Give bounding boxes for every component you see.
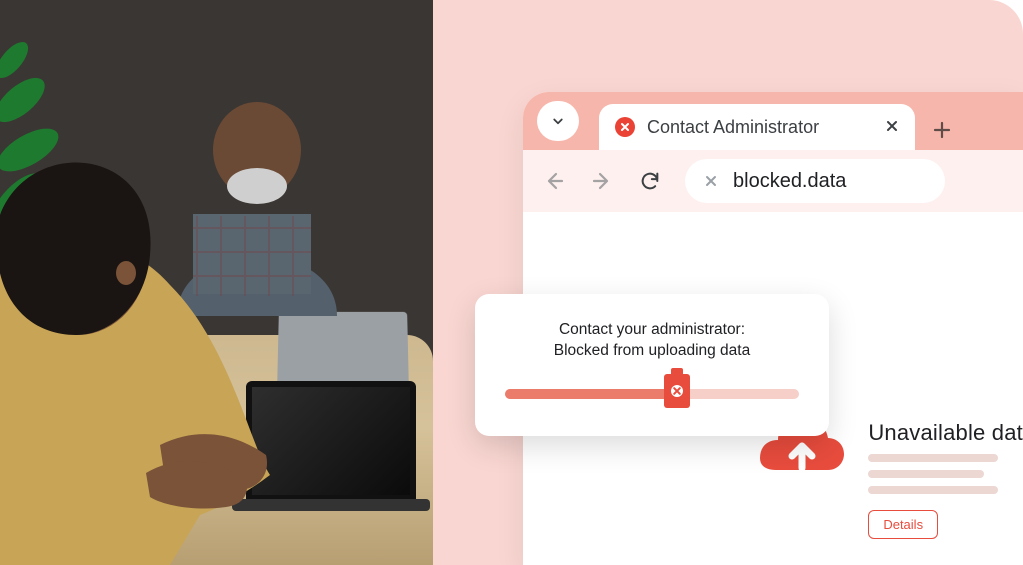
tab-strip: Contact Administrator — [523, 92, 1023, 150]
upload-blocked-popup: Contact your administrator: Blocked from… — [475, 294, 829, 436]
error-favicon-icon — [615, 117, 635, 137]
back-button[interactable] — [541, 168, 567, 194]
upload-progress — [505, 384, 799, 404]
tab-title: Contact Administrator — [647, 117, 819, 138]
arrow-left-icon — [542, 169, 566, 193]
blocked-icon — [664, 374, 690, 408]
address-bar[interactable]: blocked.data — [685, 159, 945, 203]
tab-close-button[interactable] — [885, 117, 899, 138]
person-seated-front — [0, 145, 320, 565]
marketing-panel: Contact Administrator — [433, 0, 1023, 565]
details-button[interactable]: Details — [868, 510, 938, 539]
progress-blocked-marker — [664, 374, 690, 408]
plus-icon — [932, 120, 952, 140]
site-info-button[interactable] — [701, 171, 721, 191]
browser-tab-active[interactable]: Contact Administrator — [599, 104, 915, 150]
promo-photo — [0, 0, 433, 565]
close-circle-icon — [703, 173, 719, 189]
browser-toolbar: blocked.data — [523, 150, 1023, 212]
skeleton-line — [868, 470, 984, 478]
skeleton-line — [868, 486, 998, 494]
progress-fill — [505, 389, 676, 399]
reload-button[interactable] — [637, 168, 663, 194]
popup-message: Contact your administrator: Blocked from… — [505, 320, 799, 362]
address-url: blocked.data — [733, 170, 846, 193]
tab-search-button[interactable] — [537, 101, 579, 141]
reload-icon — [639, 170, 661, 192]
arrow-right-icon — [590, 169, 614, 193]
skeleton-line — [868, 454, 998, 462]
unavailable-title: Unavailable dat — [868, 420, 1023, 446]
chevron-down-icon — [549, 112, 567, 130]
close-icon — [885, 119, 899, 133]
forward-button[interactable] — [589, 168, 615, 194]
new-tab-button[interactable] — [915, 120, 969, 140]
